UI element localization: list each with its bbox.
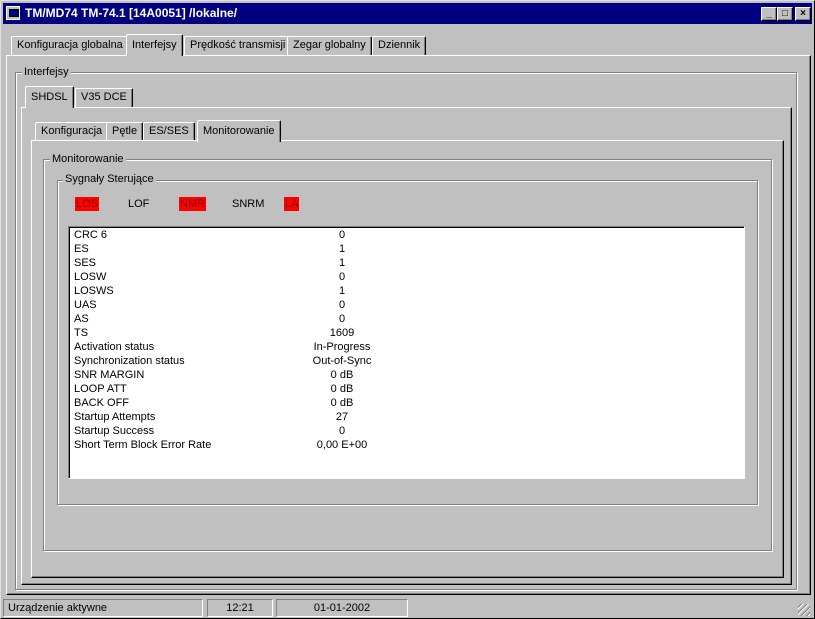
tab-zegar-globalny[interactable]: Zegar globalny xyxy=(287,36,372,56)
tab-shdsl[interactable]: SHDSL xyxy=(25,86,74,108)
list-item[interactable]: SNR MARGIN 0 dB xyxy=(74,368,734,382)
application-window: TM/MD74 TM-74.1 [14A0051] /lokalne/ _ □ … xyxy=(0,0,815,619)
status-text: Urządzenie aktywne xyxy=(3,599,203,617)
list-item[interactable]: CRC 6 0 xyxy=(74,228,734,242)
list-item[interactable]: Startup Success 0 xyxy=(74,424,734,438)
tab-konfiguracja-globalna[interactable]: Konfiguracja globalna xyxy=(11,36,129,56)
stat-value: 0 dB xyxy=(330,397,354,409)
stat-value: In-Progress xyxy=(313,341,371,353)
stat-value: 1 xyxy=(338,285,346,297)
stat-label: Startup Success xyxy=(74,425,155,437)
stat-label: SES xyxy=(74,257,97,269)
title-bar[interactable]: TM/MD74 TM-74.1 [14A0051] /lokalne/ _ □ … xyxy=(3,3,812,24)
list-item[interactable]: TS 1609 xyxy=(74,326,734,340)
list-item[interactable]: AS 0 xyxy=(74,312,734,326)
tab-interfejsy[interactable]: Interfejsy xyxy=(126,34,183,56)
stat-value: 0 xyxy=(338,229,346,241)
stat-label: BACK OFF xyxy=(74,397,130,409)
maximize-button[interactable]: □ xyxy=(777,7,793,21)
stat-value: 1 xyxy=(338,243,346,255)
close-button[interactable]: × xyxy=(795,7,811,21)
monitoring-group-label: Monitorowanie xyxy=(50,153,126,165)
tab-monitorowanie[interactable]: Monitorowanie xyxy=(197,120,281,142)
list-item[interactable]: BACK OFF 0 dB xyxy=(74,396,734,410)
stat-value: 0 xyxy=(338,425,346,437)
stat-value: 1609 xyxy=(329,327,355,339)
stat-label: Short Term Block Error Rate xyxy=(74,439,212,451)
window-title: TM/MD74 TM-74.1 [14A0051] /lokalne/ xyxy=(25,6,238,20)
stat-label: SNR MARGIN xyxy=(74,369,145,381)
stat-label: UAS xyxy=(74,299,97,311)
tab-predkosc-transmisji[interactable]: Prędkość transmisji xyxy=(184,36,292,56)
list-item[interactable]: ES 1 xyxy=(74,242,734,256)
stat-label: TS xyxy=(74,327,89,339)
list-item[interactable]: Activation status In-Progress xyxy=(74,340,734,354)
tab-es-ses[interactable]: ES/SES xyxy=(143,122,195,142)
signal-nmr-indicator: NMR xyxy=(179,197,207,211)
stat-label: Startup Attempts xyxy=(74,411,156,423)
signal-snrm-indicator: SNRM xyxy=(232,198,265,210)
tab-v35-dce[interactable]: V35 DCE xyxy=(75,88,133,108)
stat-label: Activation status xyxy=(74,341,155,353)
stat-label: LOSWS xyxy=(74,285,114,297)
minimize-button[interactable]: _ xyxy=(761,7,777,21)
stat-label: ES xyxy=(74,243,89,255)
stat-value: 0 xyxy=(338,313,346,325)
list-item[interactable]: LOSW 0 xyxy=(74,270,734,284)
stat-value: 0 dB xyxy=(330,369,354,381)
list-item[interactable]: Short Term Block Error Rate 0,00 E+00 xyxy=(74,438,734,452)
monitor-icon[interactable] xyxy=(6,6,20,20)
list-item[interactable]: LOOP ATT 0 dB xyxy=(74,382,734,396)
list-item[interactable]: LOSWS 1 xyxy=(74,284,734,298)
status-time: 12:21 xyxy=(207,599,273,617)
interfaces-group-label: Interfejsy xyxy=(22,66,71,78)
stat-value: 0,00 E+00 xyxy=(316,439,368,451)
stat-label: AS xyxy=(74,313,89,325)
status-bar: Urządzenie aktywne 12:21 01-01-2002 xyxy=(3,598,812,618)
signal-lof-indicator: LOF xyxy=(128,198,150,210)
signals-group-label: Sygnały Sterujące xyxy=(63,173,156,185)
status-date: 01-01-2002 xyxy=(276,599,408,617)
stat-value: Out-of-Sync xyxy=(312,355,372,367)
signal-la-indicator: LA xyxy=(284,197,300,211)
stat-label: LOOP ATT xyxy=(74,383,127,395)
stat-value: 0 xyxy=(338,299,346,311)
stat-value: 0 xyxy=(338,271,346,283)
list-item[interactable]: Synchronization status Out-of-Sync xyxy=(74,354,734,368)
stat-value: 27 xyxy=(335,411,349,423)
statistics-list[interactable]: CRC 6 0 ES 1 SES 1 LOSW 0 LOSWS 1 UAS 0 AS 0 TS… xyxy=(68,226,745,479)
tab-konfiguracja[interactable]: Konfiguracja xyxy=(35,122,109,142)
signal-los-indicator: LOS xyxy=(75,197,100,211)
stat-label: Synchronization status xyxy=(74,355,185,367)
stat-label: CRC 6 xyxy=(74,229,108,241)
list-item[interactable]: UAS 0 xyxy=(74,298,734,312)
tab-dziennik[interactable]: Dziennik xyxy=(372,36,427,56)
list-item[interactable]: SES 1 xyxy=(74,256,734,270)
resize-grip-icon[interactable] xyxy=(798,604,810,616)
stat-value: 0 dB xyxy=(330,383,354,395)
stat-label: LOSW xyxy=(74,271,107,283)
list-item[interactable]: Startup Attempts 27 xyxy=(74,410,734,424)
tab-petle[interactable]: Pętle xyxy=(106,122,144,142)
stat-value: 1 xyxy=(338,257,346,269)
